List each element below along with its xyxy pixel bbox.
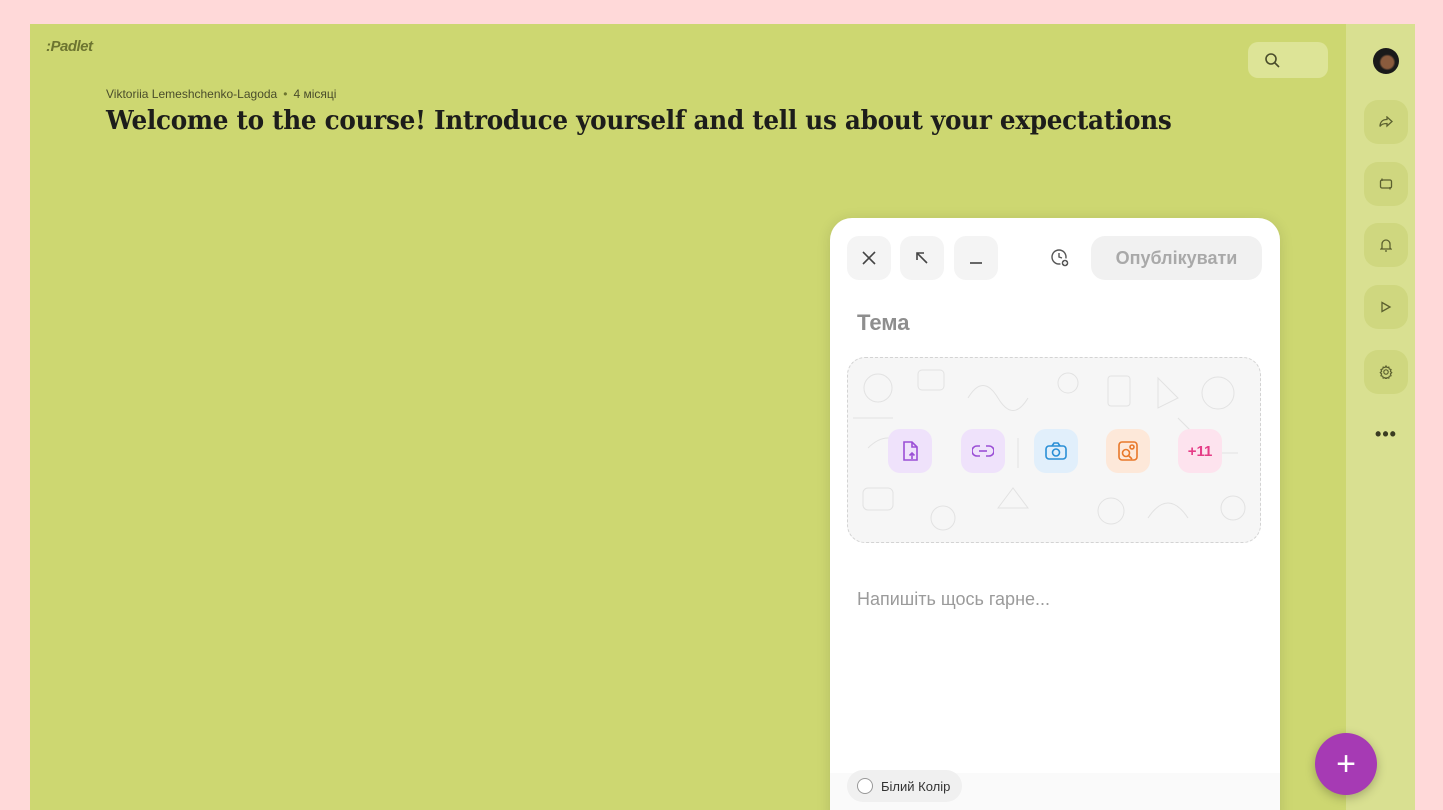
image-search-button[interactable] bbox=[1106, 429, 1150, 473]
attachment-dropzone[interactable]: +11 bbox=[847, 357, 1261, 543]
color-picker-button[interactable]: Білий Колір bbox=[847, 770, 963, 802]
more-attachments-button[interactable]: +11 bbox=[1178, 429, 1222, 473]
color-swatch bbox=[857, 778, 873, 794]
avatar[interactable] bbox=[1373, 48, 1399, 74]
clock-add-icon bbox=[1051, 249, 1070, 268]
right-toolbar: ••• bbox=[1346, 24, 1415, 810]
more-options-button[interactable]: ••• bbox=[1364, 424, 1408, 445]
settings-button[interactable] bbox=[1364, 350, 1408, 394]
gear-icon bbox=[1379, 365, 1393, 379]
slideshow-button[interactable] bbox=[1364, 285, 1408, 329]
meta-separator: • bbox=[283, 87, 288, 101]
image-search-icon bbox=[1118, 441, 1138, 461]
remake-button[interactable] bbox=[1364, 162, 1408, 206]
board-time: 4 місяці bbox=[293, 87, 337, 101]
minimize-icon bbox=[970, 262, 982, 264]
file-upload-icon bbox=[903, 441, 918, 461]
search-icon bbox=[1265, 53, 1280, 68]
bell-icon bbox=[1380, 239, 1392, 252]
add-post-button[interactable]: + bbox=[1315, 733, 1377, 795]
publish-button[interactable]: Опублікувати bbox=[1091, 236, 1262, 280]
board-author: Viktoriia Lemeshchenko-Lagoda bbox=[106, 87, 278, 101]
board-title: Welcome to the course! Introduce yoursel… bbox=[106, 106, 1172, 136]
remake-icon bbox=[1379, 178, 1393, 190]
notifications-button[interactable] bbox=[1364, 223, 1408, 267]
add-link-button[interactable] bbox=[961, 429, 1005, 473]
padlet-logo[interactable]: :Padlet bbox=[46, 38, 93, 55]
share-arrow-icon bbox=[1379, 116, 1393, 128]
search-button[interactable] bbox=[1248, 42, 1328, 78]
subject-input[interactable]: Тема bbox=[857, 310, 910, 336]
play-icon bbox=[1381, 301, 1392, 313]
schedule-post-button[interactable] bbox=[1048, 246, 1072, 270]
close-composer-button[interactable] bbox=[847, 236, 891, 280]
padlet-board: :Padlet Viktoriia Lemeshchenko-Lagoda • … bbox=[30, 24, 1346, 810]
minimize-composer-button[interactable] bbox=[954, 236, 998, 280]
post-composer: Опублікувати Тема +11 Напишіть щось гарн… bbox=[830, 218, 1280, 810]
share-button[interactable] bbox=[1364, 100, 1408, 144]
camera-icon bbox=[1045, 442, 1067, 460]
color-label: Білий Колір bbox=[881, 778, 951, 794]
upload-file-button[interactable] bbox=[888, 429, 932, 473]
arrow-up-left-icon bbox=[916, 252, 928, 264]
body-input[interactable]: Напишіть щось гарне... bbox=[857, 589, 1050, 610]
close-icon bbox=[862, 251, 876, 265]
link-icon bbox=[972, 445, 994, 457]
camera-button[interactable] bbox=[1034, 429, 1078, 473]
board-meta: Viktoriia Lemeshchenko-Lagoda • 4 місяці bbox=[106, 87, 336, 101]
expand-composer-button[interactable] bbox=[900, 236, 944, 280]
